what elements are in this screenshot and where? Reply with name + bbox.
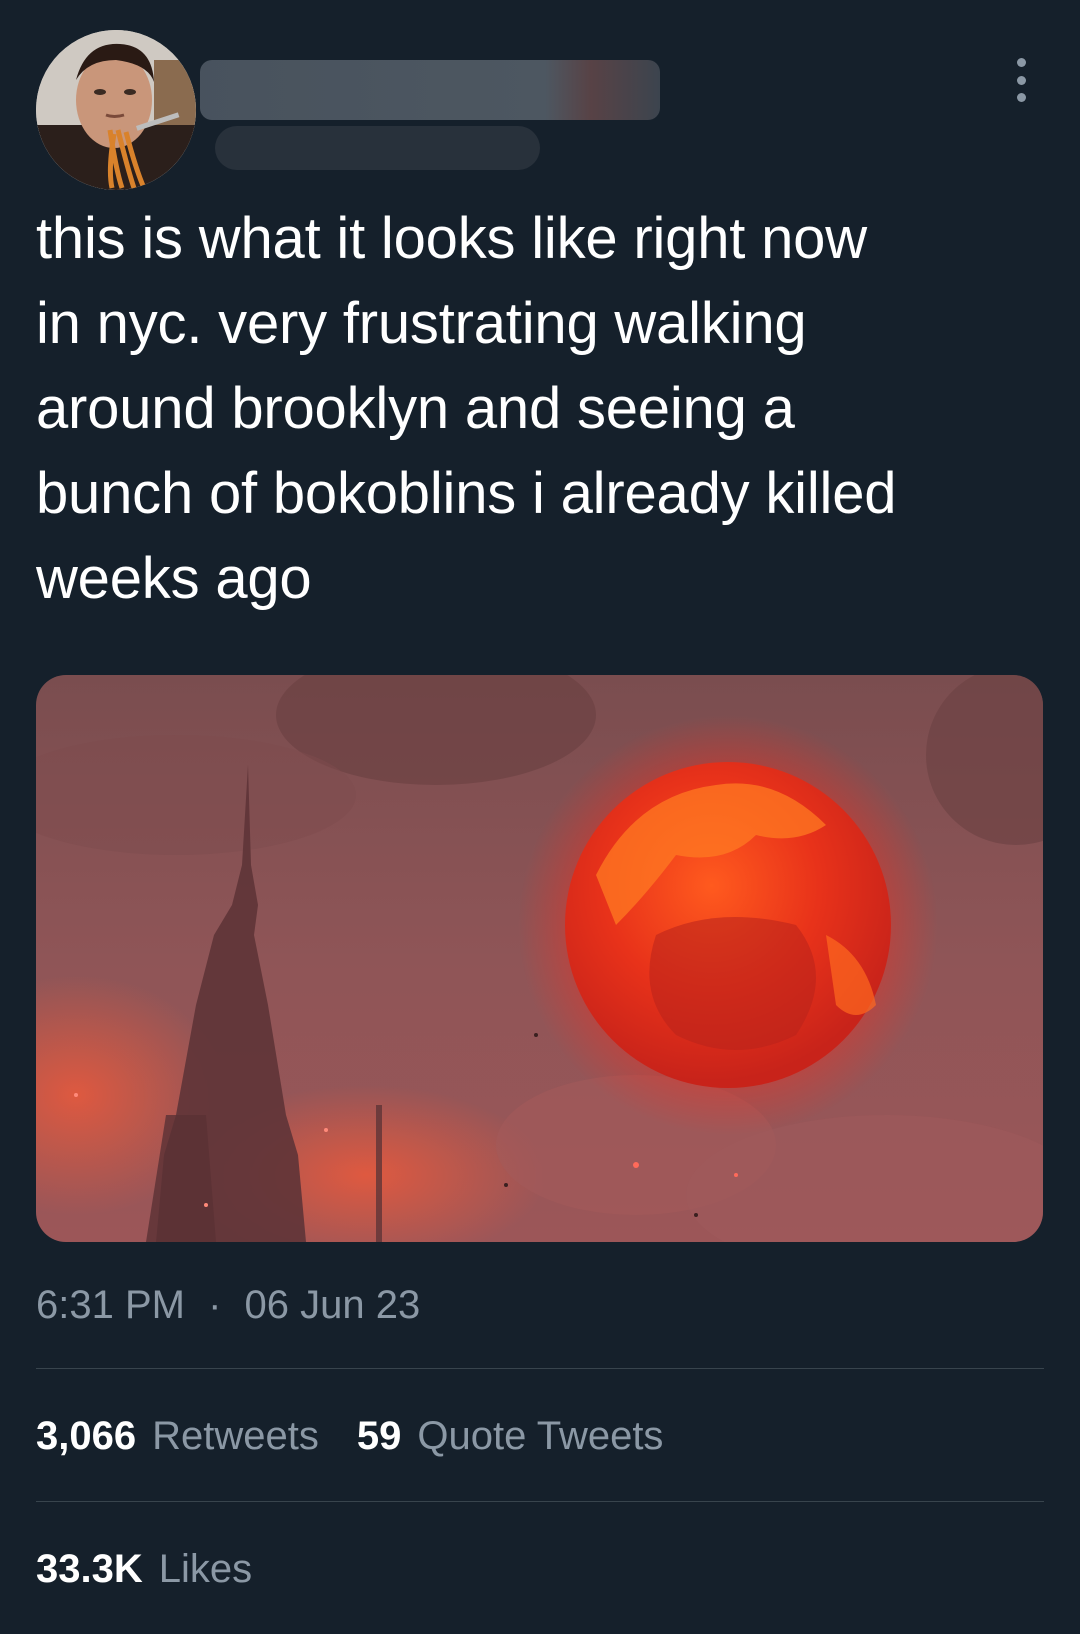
quote-tweets-count: 59 [356,1414,402,1458]
username-redacted [215,126,540,170]
quote-tweets-link[interactable]: 59 Quote Tweets [357,1411,664,1461]
likes-link[interactable]: 33.3K Likes [36,1544,252,1594]
quote-tweets-label: Quote Tweets [417,1414,664,1458]
timestamp-separator: · [208,1283,222,1327]
user-avatar[interactable] [36,30,196,190]
retweets-link[interactable]: 3,066 Retweets [36,1411,319,1461]
display-name-redacted [200,60,660,120]
likes-label: Likes [158,1547,253,1591]
tweet-timestamp: 6:31 PM · 06 Jun 23 [36,1280,420,1330]
divider [36,1368,1044,1369]
avatar-photo [36,30,196,190]
more-dot [1016,93,1026,102]
more-dot [1016,75,1026,85]
likes-count: 33.3K [36,1547,143,1591]
tweet-time[interactable]: 6:31 PM [36,1283,185,1327]
tweet-date[interactable]: 06 Jun 23 [245,1283,421,1327]
tweet-media-image[interactable] [36,675,1043,1242]
tweet-text: this is what it looks like right now in … [36,206,897,611]
engagement-stats: 3,066 Retweets 59 Quote Tweets [36,1411,701,1461]
retweets-label: Retweets [152,1414,319,1458]
likes-stats: 33.3K Likes [36,1544,290,1594]
tweet-detail: this is what it looks like right now in … [0,0,1080,1634]
more-dot [1016,58,1026,67]
divider [36,1501,1044,1502]
retweets-count: 3,066 [36,1414,137,1458]
more-vertical-icon[interactable] [1006,58,1036,102]
blood-moon-image [36,675,1043,1242]
